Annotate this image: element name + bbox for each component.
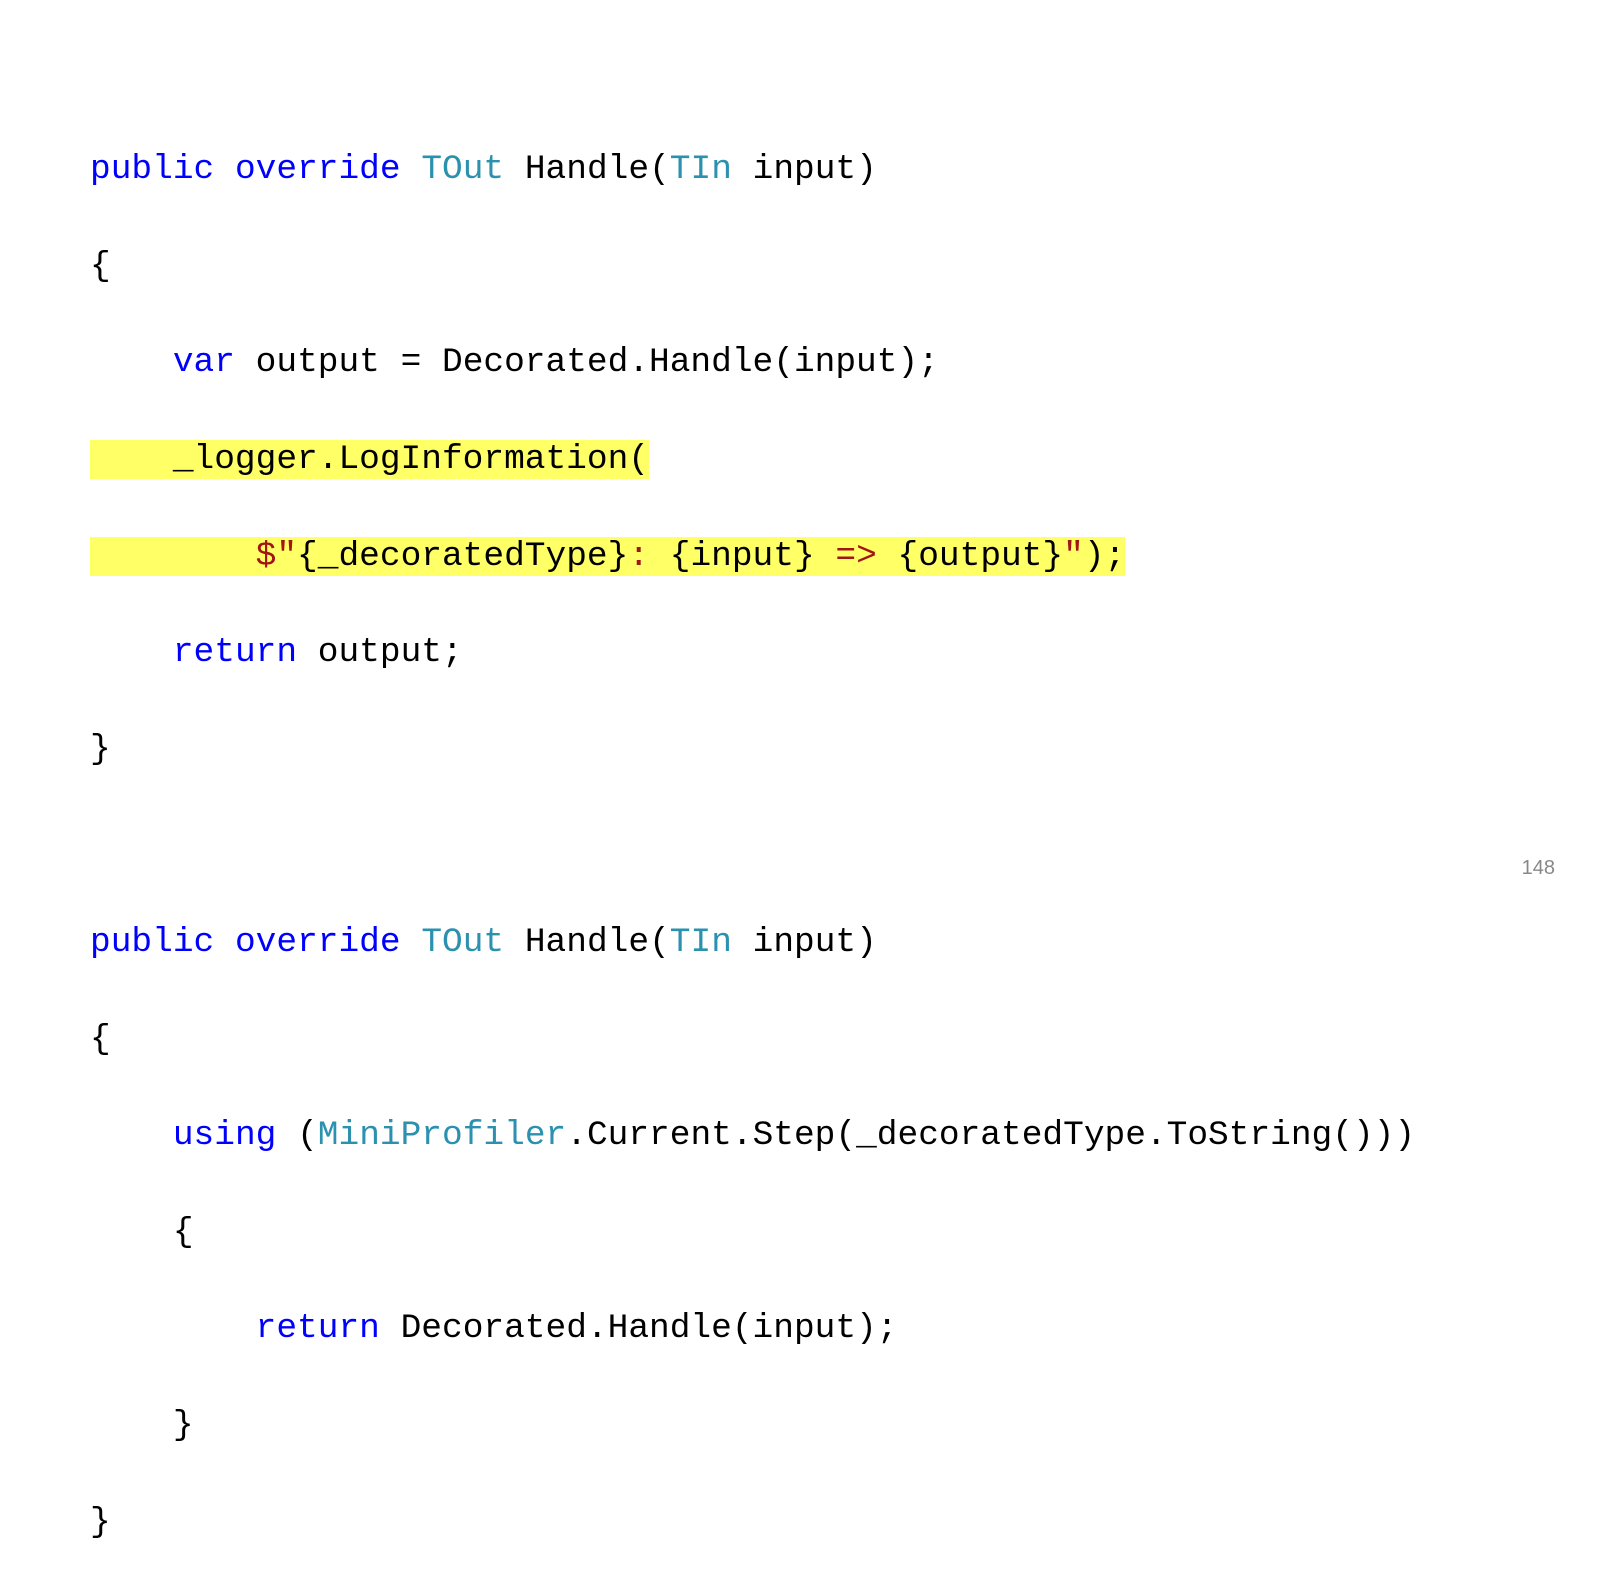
code-line-highlighted: $"{_decoratedType}: {input} => {output}"…: [90, 533, 1415, 581]
code-line: using (MiniProfiler.Current.Step(_decora…: [90, 1112, 1415, 1160]
blank-line: [90, 822, 1415, 870]
code-line: return Decorated.Handle(input);: [90, 1305, 1415, 1353]
code-line: }: [90, 1402, 1415, 1450]
code-line: return output;: [90, 629, 1415, 677]
page-number: 148: [1522, 857, 1555, 880]
code-line: {: [90, 243, 1415, 291]
code-snippet: public override TOut Handle(TIn input) {…: [90, 98, 1415, 1595]
code-line: public override TOut Handle(TIn input): [90, 919, 1415, 967]
code-line: {: [90, 1209, 1415, 1257]
code-line: }: [90, 726, 1415, 774]
code-line-highlighted: _logger.LogInformation(: [90, 436, 1415, 484]
code-line: public override TOut Handle(TIn input): [90, 146, 1415, 194]
code-line: {: [90, 1016, 1415, 1064]
code-line: }: [90, 1499, 1415, 1547]
code-line: var output = Decorated.Handle(input);: [90, 339, 1415, 387]
